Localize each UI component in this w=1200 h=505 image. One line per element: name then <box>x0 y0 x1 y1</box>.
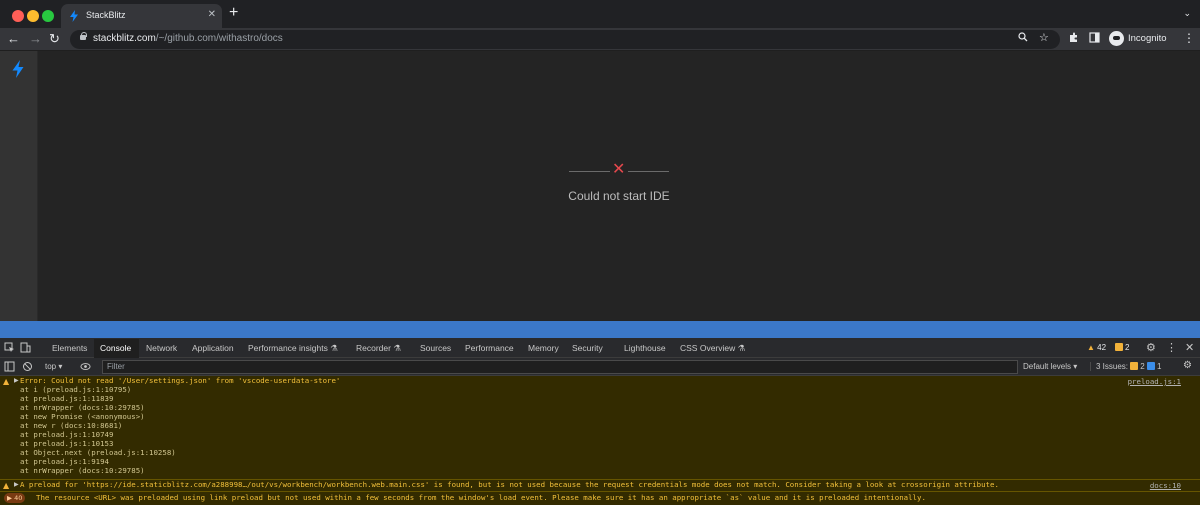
expand-arrow-icon[interactable]: ▶ <box>14 481 19 488</box>
issues-button[interactable]: 3 Issues: 2 1 <box>1090 362 1161 371</box>
console-message-grouped-warning[interactable]: ▶ 40 The resource <URL> was preloaded us… <box>0 492 1200 505</box>
context-selector[interactable]: top ▾ <box>45 362 62 371</box>
source-link[interactable]: preload.js:1 <box>1128 377 1181 386</box>
console-settings-gear-icon[interactable]: ⚙ <box>1183 360 1192 371</box>
warning-icon: ▲ <box>3 481 10 490</box>
tab-search-icon[interactable]: ⌄ <box>1183 8 1191 19</box>
tab-security[interactable]: Security <box>572 343 603 353</box>
tab-sources[interactable]: Sources <box>420 343 451 353</box>
incognito-icon[interactable] <box>1109 31 1124 46</box>
live-expression-eye-icon[interactable] <box>80 361 91 372</box>
message-text: The resource <URL> was preloaded using l… <box>36 493 926 502</box>
tab-close-icon[interactable]: ✕ <box>208 8 216 22</box>
address-bar[interactable]: stackblitz.com/~/github.com/withastro/do… <box>70 30 1060 49</box>
issues-counter[interactable]: 2 <box>1112 342 1132 354</box>
issues-info-count: 1 <box>1156 362 1162 371</box>
inspect-element-icon[interactable] <box>4 342 15 353</box>
tab-network[interactable]: Network <box>146 343 177 353</box>
issue-warn-icon <box>1130 362 1139 370</box>
settings-gear-icon[interactable]: ⚙ <box>1146 341 1156 354</box>
minimize-window-button[interactable] <box>27 10 39 22</box>
forward-icon[interactable]: → <box>29 31 42 47</box>
tab-console[interactable]: Console <box>100 343 131 353</box>
device-toolbar-icon[interactable] <box>20 342 31 353</box>
tab-strip: StackBlitz ✕ + ⌄ <box>0 0 1200 28</box>
sidebar-toggle-icon[interactable] <box>4 361 15 372</box>
tab-memory[interactable]: Memory <box>528 343 559 353</box>
tab-performance-insights[interactable]: Performance insights ⚗ <box>248 343 338 354</box>
extensions-icon[interactable] <box>1068 32 1079 46</box>
warnings-count: 42 <box>1097 343 1107 352</box>
divider <box>628 171 669 172</box>
star-icon[interactable]: ☆ <box>1039 31 1049 44</box>
console-message-warning[interactable]: ▲ ▶ A preload for 'https://ide.staticbli… <box>0 480 1200 492</box>
tab-title: StackBlitz <box>86 10 126 20</box>
expand-arrow-icon[interactable]: ▶ <box>14 377 19 384</box>
issue-info-icon <box>1146 362 1155 370</box>
log-levels-label: Default levels <box>1023 362 1072 371</box>
tab-lighthouse[interactable]: Lighthouse <box>624 343 666 353</box>
zoom-icon[interactable] <box>1018 32 1028 45</box>
message-text: A preload for 'https://ide.staticblitz.c… <box>20 480 999 489</box>
new-tab-button[interactable]: + <box>229 4 238 22</box>
tab-performance[interactable]: Performance <box>465 343 514 353</box>
clear-console-icon[interactable] <box>22 361 33 372</box>
menu-icon[interactable]: ⋮ <box>1183 31 1195 45</box>
tab-css-overview[interactable]: CSS Overview ⚗ <box>680 343 745 354</box>
tab-recorder[interactable]: Recorder ⚗ <box>356 343 401 354</box>
tab-elements[interactable]: Elements <box>52 343 87 353</box>
url-path: /~/github.com/withastro/docs <box>155 33 283 44</box>
warning-icon: ▲ <box>1087 343 1095 352</box>
browser-toolbar: ← → ↻ stackblitz.com/~/github.com/withas… <box>0 28 1200 51</box>
reload-icon[interactable]: ↻ <box>49 31 60 47</box>
filter-placeholder: Filter <box>107 362 125 371</box>
devtools-tabbar: Elements Console Network Application Per… <box>0 338 1200 358</box>
maximize-window-button[interactable] <box>42 10 54 22</box>
console-toolbar: top ▾ Filter Default levels ▾ 3 Issues: … <box>0 358 1200 376</box>
incognito-label[interactable]: Incognito <box>1128 33 1167 44</box>
browser-tab[interactable]: StackBlitz ✕ <box>61 4 222 28</box>
page-content: ✕ Could not start IDE <box>0 51 1200 321</box>
stackblitz-logo-icon[interactable] <box>11 60 25 78</box>
error-message: Could not start IDE <box>568 189 670 203</box>
console-output: ▲ ▶ Error: Could not read '/User/setting… <box>0 376 1200 505</box>
source-link[interactable]: docs:10 <box>1150 481 1181 490</box>
context-value: top <box>45 362 57 371</box>
issues-label: 3 Issues: <box>1096 362 1129 371</box>
devtools-menu-icon[interactable]: ⋮ <box>1166 341 1177 354</box>
warnings-counter[interactable]: ▲ 42 <box>1084 342 1109 354</box>
issues-warn-count: 2 <box>1140 362 1145 371</box>
issues-count: 2 <box>1125 343 1130 352</box>
sidepanel-icon[interactable] <box>1089 32 1100 46</box>
back-icon[interactable]: ← <box>7 31 20 47</box>
url-host: stackblitz.com <box>93 33 156 44</box>
warning-icon: ▲ <box>3 377 10 386</box>
devtools-close-icon[interactable]: ✕ <box>1185 341 1194 354</box>
url-text[interactable]: stackblitz.com/~/github.com/withastro/do… <box>93 33 283 44</box>
divider <box>569 171 610 172</box>
stackblitz-favicon-icon <box>70 10 78 22</box>
ide-error: ✕ Could not start IDE <box>568 161 669 214</box>
log-levels-dropdown[interactable]: Default levels ▾ <box>1023 362 1077 371</box>
close-window-button[interactable] <box>12 10 24 22</box>
stack-frame[interactable]: at nrWrapper (docs:10:29785) <box>20 466 145 476</box>
error-icon: ✕ <box>612 161 626 178</box>
lock-icon[interactable] <box>80 32 87 40</box>
issue-icon <box>1115 343 1123 351</box>
devtools-resize-handle[interactable] <box>0 321 1200 338</box>
stackblitz-sidebar <box>0 51 38 321</box>
repeat-count-badge[interactable]: ▶ 40 <box>4 493 26 503</box>
console-filter-input[interactable]: Filter <box>102 360 1018 374</box>
console-message-error[interactable]: ▲ ▶ Error: Could not read '/User/setting… <box>0 376 1200 480</box>
tab-application[interactable]: Application <box>192 343 234 353</box>
repeat-count: 40 <box>14 494 23 502</box>
